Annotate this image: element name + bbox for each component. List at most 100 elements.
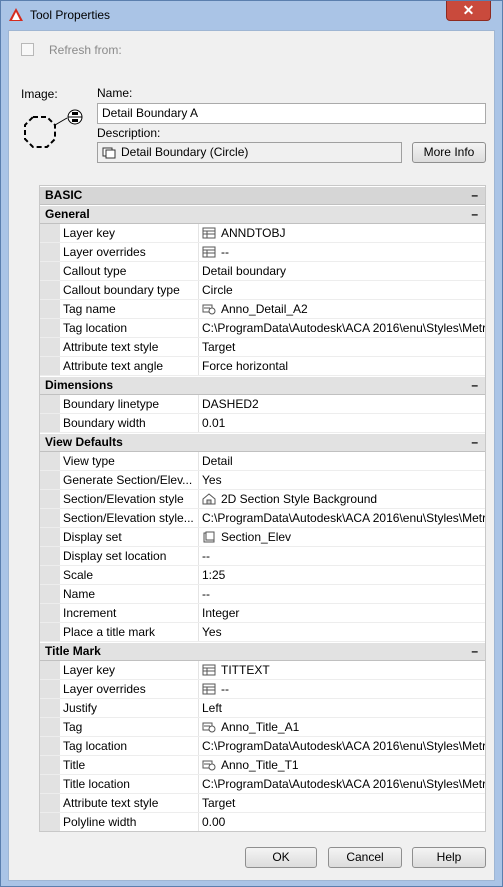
property-value[interactable]: ANNDTOBJ [199,224,485,242]
property-value[interactable]: Detail boundary [199,262,485,280]
property-value[interactable]: C:\ProgramData\Autodesk\ACA 2016\enu\Sty… [199,509,485,527]
description-label: Description: [97,126,161,140]
name-input[interactable]: Detail Boundary A [97,103,486,124]
property-row[interactable]: Attribute text style Target [40,794,485,813]
row-gutter [40,395,60,413]
property-row[interactable]: Callout type Detail boundary [40,262,485,281]
property-row[interactable]: Layer key TITTEXT [40,661,485,680]
property-row[interactable]: Scale 1:25 [40,566,485,585]
cancel-button[interactable]: Cancel [328,847,402,868]
help-button[interactable]: Help [412,847,486,868]
property-value-text: -- [202,549,210,563]
property-row[interactable]: Place a title mark Yes [40,623,485,642]
row-gutter [40,243,60,261]
refresh-checkbox[interactable] [21,43,34,56]
category-view-defaults[interactable]: View Defaults – [40,433,485,452]
property-row[interactable]: View type Detail [40,452,485,471]
property-value[interactable]: TITTEXT [199,661,485,679]
collapse-toggle-icon[interactable]: – [471,434,478,451]
category-general[interactable]: General – [40,205,485,224]
property-value[interactable]: C:\ProgramData\Autodesk\ACA 2016\enu\Sty… [199,737,485,755]
property-name: Increment [60,604,199,622]
property-row[interactable]: Section/Elevation style... C:\ProgramData… [40,509,485,528]
property-row[interactable]: Layer overrides -- [40,680,485,699]
property-value[interactable]: -- [199,585,485,603]
properties-grid: BASIC – General – Layer key ANNDTOBJ Layer… [39,185,486,832]
property-row[interactable]: Layer key ANNDTOBJ [40,224,485,243]
table-icon [202,683,216,695]
property-row[interactable]: Attribute text angle Force horizontal [40,357,485,376]
property-row[interactable]: Justify Left [40,699,485,718]
property-value[interactable]: DASHED2 [199,395,485,413]
property-row[interactable]: Polyline width 0.00 [40,813,485,831]
property-value[interactable]: -- [199,243,485,261]
property-row[interactable]: Boundary width 0.01 [40,414,485,433]
property-value[interactable]: 2D Section Style Background [199,490,485,508]
property-row[interactable]: Boundary linetype DASHED2 [40,395,485,414]
property-value[interactable]: Force horizontal [199,357,485,375]
category-dimensions[interactable]: Dimensions – [40,376,485,395]
property-value-text: TITTEXT [221,663,270,677]
property-value[interactable]: Section_Elev [199,528,485,546]
description-field[interactable]: Detail Boundary (Circle) [97,142,402,163]
property-value[interactable]: Circle [199,281,485,299]
property-value-text: Anno_Detail_A2 [221,302,308,316]
property-row[interactable]: Title location C:\ProgramData\Autodesk\AC… [40,775,485,794]
property-row[interactable]: Callout boundary type Circle [40,281,485,300]
image-label: Image: [21,87,58,101]
property-value[interactable]: Yes [199,623,485,641]
property-value[interactable]: Target [199,338,485,356]
property-name: Section/Elevation style... [60,509,199,527]
ok-button[interactable]: OK [245,847,317,868]
property-row[interactable]: Attribute text style Target [40,338,485,357]
property-row[interactable]: Increment Integer [40,604,485,623]
category-title-mark[interactable]: Title Mark – [40,642,485,661]
collapse-toggle-icon[interactable]: – [471,377,478,394]
collapse-toggle-icon[interactable]: – [471,187,478,204]
property-value[interactable]: Integer [199,604,485,622]
property-value[interactable]: 0.00 [199,813,485,831]
collapse-toggle-icon[interactable]: – [471,643,478,660]
table-icon [202,227,216,239]
close-button[interactable]: ✕ [446,1,491,21]
property-value[interactable]: Anno_Detail_A2 [199,300,485,318]
detail-boundary-preview-icon[interactable] [19,107,87,161]
property-row[interactable]: Display set Section_Elev [40,528,485,547]
property-value[interactable]: Target [199,794,485,812]
property-name: Layer overrides [60,243,199,261]
property-value[interactable]: 1:25 [199,566,485,584]
property-row[interactable]: Tag location C:\ProgramData\Autodesk\ACA … [40,319,485,338]
property-value[interactable]: Anno_Title_T1 [199,756,485,774]
more-info-button[interactable]: More Info [412,142,486,163]
property-value-text: Yes [202,473,222,487]
property-row[interactable]: Tag name Anno_Detail_A2 [40,300,485,319]
property-row[interactable]: Section/Elevation style 2D Section Style … [40,490,485,509]
property-value[interactable]: C:\ProgramData\Autodesk\ACA 2016\enu\Sty… [199,775,485,793]
title-bar[interactable]: Tool Properties ✕ [1,1,502,29]
property-row[interactable]: Generate Section/Elev... Yes [40,471,485,490]
property-value-text: 0.00 [202,815,226,829]
property-row[interactable]: Layer overrides -- [40,243,485,262]
row-gutter [40,794,60,812]
property-value-text: Target [202,340,236,354]
property-value[interactable]: C:\ProgramData\Autodesk\ACA 2016\enu\Sty… [199,319,485,337]
row-gutter [40,604,60,622]
category-basic[interactable]: BASIC – [40,186,485,205]
property-value[interactable]: -- [199,547,485,565]
property-value[interactable]: Yes [199,471,485,489]
row-gutter [40,566,60,584]
property-row[interactable]: Tag Anno_Title_A1 [40,718,485,737]
property-value[interactable]: Left [199,699,485,717]
table-icon [202,246,216,258]
property-row[interactable]: Display set location -- [40,547,485,566]
property-row[interactable]: Title Anno_Title_T1 [40,756,485,775]
property-value[interactable]: -- [199,680,485,698]
property-value[interactable]: 0.01 [199,414,485,432]
refresh-label: Refresh from: [49,43,122,57]
property-row[interactable]: Name -- [40,585,485,604]
property-row[interactable]: Tag location C:\ProgramData\Autodesk\ACA … [40,737,485,756]
property-value[interactable]: Detail [199,452,485,470]
property-name: Justify [60,699,199,717]
property-value[interactable]: Anno_Title_A1 [199,718,485,736]
collapse-toggle-icon[interactable]: – [471,206,478,223]
